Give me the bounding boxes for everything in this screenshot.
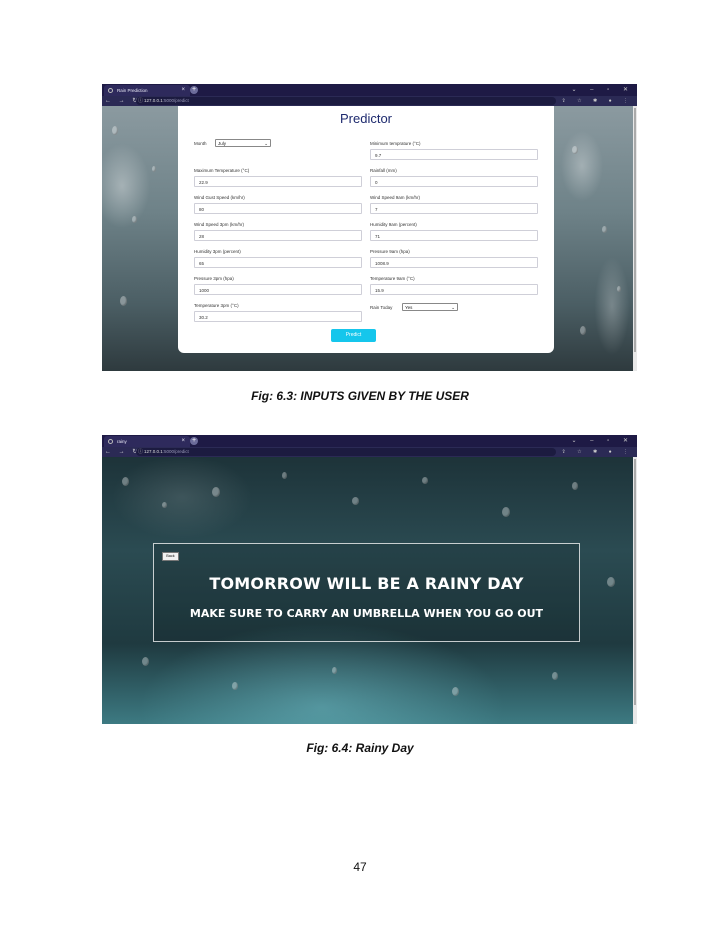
url-host: 127.0.0.1 [144,98,163,103]
humidity-3pm-input[interactable]: 65 [194,257,362,268]
humidity-3pm-label: Humidity 3pm (percent) [194,249,241,254]
chevron-down-icon: ⌄ [264,141,268,146]
page-number: 47 [353,860,367,874]
rainfall-label: Rainfall (mm) [370,168,397,173]
rain-today-select[interactable]: Yes ⌄ [402,303,458,311]
raindrop [502,507,510,517]
raindrop [212,487,220,497]
humidity-9am-label: Humidity 9am (percent) [370,222,417,227]
scrollbar-thumb[interactable] [634,108,636,352]
temp-3pm-label: Temperature 3pm (°C) [194,303,239,308]
url-path: :5000/predict [162,449,189,454]
raindrop [152,166,156,172]
month-select-value: July [218,141,227,146]
wind-gust-input[interactable]: 80 [194,203,362,214]
raindrop [572,146,578,154]
screenshot-rainy-day: rainy × + ⌄ – ▫ ✕ ← → ↻ ⓘ 127.0.0.1:5000… [102,435,637,724]
address-bar-row: ← → ↻ ⓘ 127.0.0.1:5000/predict ⇪ ☆ ✱ ● ⋮ [102,447,637,457]
rain-background: Back TOMORROW WILL BE A RAINY DAY MAKE S… [102,457,637,724]
chevron-down-icon: ⌄ [451,305,455,310]
pressure-3pm-input[interactable]: 1000 [194,284,362,295]
raindrop [552,672,558,680]
form-title: Predictor [339,111,393,126]
raindrop [112,126,118,135]
month-select[interactable]: July ⌄ [215,139,271,147]
pressure-3pm-label: Pressure 3pm (hpa) [194,276,234,281]
raindrop [602,226,607,233]
figure-caption-6-4: Fig: 6.4: Rainy Day [306,741,414,755]
raindrop [572,482,578,490]
temp-9am-label: Temperature 9am (°C) [370,276,415,281]
scrollbar[interactable] [633,106,637,371]
raindrop [120,296,127,306]
pressure-9am-input[interactable]: 1008.9 [370,257,538,268]
result-panel: Back TOMORROW WILL BE A RAINY DAY MAKE S… [153,543,580,642]
wind-9am-label: Wind Speed 9am (km/hr) [370,195,421,200]
wind-gust-label: Wind Gust Speed (km/hr) [194,195,245,200]
window-controls[interactable]: ⌄ – ▫ ✕ [571,84,634,96]
screenshot-predictor: Rain Prediction × + ⌄ – ▫ ✕ ← → ↻ ⓘ 127.… [102,84,637,371]
back-button[interactable]: Back [162,552,179,561]
close-tab-icon[interactable]: × [181,436,185,447]
raindrop [232,682,238,690]
url-field[interactable]: ⓘ 127.0.0.1:5000/predict [136,97,556,105]
raindrop [452,687,459,696]
url-path: :5000/predict [162,98,189,103]
raindrop [332,667,337,674]
address-bar-row: ← → ↻ ⓘ 127.0.0.1:5000/predict ⇪ ☆ ✱ ● ⋮ [102,96,637,106]
browser-tab[interactable]: Rain Prediction × [104,85,190,96]
temp-3pm-input[interactable]: 30.2 [194,311,362,322]
raindrop [607,577,615,587]
tab-title: Rain Prediction [117,88,148,93]
url-field[interactable]: ⓘ 127.0.0.1:5000/predict [136,448,556,456]
url-host: 127.0.0.1 [144,449,163,454]
rain-today-select-value: Yes [405,305,413,310]
scrollbar[interactable] [633,457,637,724]
globe-icon [108,88,113,93]
toolbar-icons[interactable]: ⇪ ☆ ✱ ● ⋮ [562,447,633,457]
globe-icon [108,439,113,444]
predictor-form: Predictor Month July ⌄ Minimum temprature… [178,106,554,353]
raindrop [122,477,129,486]
info-icon[interactable]: ⓘ [138,98,143,104]
min-temp-label: Minimum temprature (°C) [370,141,421,146]
close-tab-icon[interactable]: × [181,85,185,96]
wind-3pm-input[interactable]: 28 [194,230,362,241]
raindrop [142,657,149,666]
browser-tab-bar: Rain Prediction × + ⌄ – ▫ ✕ [102,84,637,96]
predict-button[interactable]: Predict [331,329,376,342]
window-controls[interactable]: ⌄ – ▫ ✕ [571,435,634,447]
humidity-9am-input[interactable]: 71 [370,230,538,241]
temp-9am-input[interactable]: 15.9 [370,284,538,295]
min-temp-input[interactable]: 9.7 [370,149,538,160]
wind-3pm-label: Wind Speed 3pm (km/hr) [194,222,245,227]
new-tab-button[interactable]: + [190,437,198,445]
raindrop [580,326,586,335]
figure-caption-6-3: Fig: 6.3: INPUTS GIVEN BY THE USER [251,389,469,403]
raindrop [352,497,359,505]
raindrop [132,216,137,223]
scrollbar-thumb[interactable] [634,459,636,705]
wind-9am-input[interactable]: 7 [370,203,538,214]
pressure-9am-label: Pressure 9am (hpa) [370,249,410,254]
result-headline: TOMORROW WILL BE A RAINY DAY [209,574,524,593]
rainfall-input[interactable]: 0 [370,176,538,187]
month-label: Month [194,141,207,146]
tab-title: rainy [117,439,127,444]
max-temp-label: Maximum Temperature (°C) [194,168,250,173]
raindrop [162,502,167,508]
browser-tab[interactable]: rainy × [104,436,190,447]
raindrop [617,286,621,292]
raindrop [282,472,287,479]
raindrop [422,477,428,484]
result-subline: MAKE SURE TO CARRY AN UMBRELLA WHEN YOU … [189,607,544,620]
browser-tab-bar: rainy × + ⌄ – ▫ ✕ [102,435,637,447]
new-tab-button[interactable]: + [190,86,198,94]
rain-background: Predictor Month July ⌄ Minimum temprature… [102,106,637,371]
toolbar-icons[interactable]: ⇪ ☆ ✱ ● ⋮ [562,96,633,106]
info-icon[interactable]: ⓘ [138,449,143,455]
rain-today-label: Rain Today [370,305,393,310]
max-temp-input[interactable]: 22.9 [194,176,362,187]
